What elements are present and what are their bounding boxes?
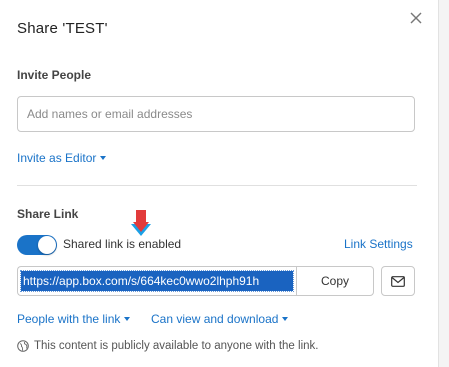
divider (17, 185, 417, 186)
shared-link-url-text: https://app.box.com/s/664kec0wwo2lhph91h (20, 270, 294, 292)
globe-icon (17, 340, 29, 352)
chevron-down-icon (282, 316, 289, 321)
shared-link-status: Shared link is enabled (63, 237, 182, 251)
copy-button[interactable]: Copy (296, 266, 374, 296)
public-notice-text: This content is publicly available to an… (34, 340, 319, 352)
access-level-dropdown[interactable]: People with the link (17, 310, 131, 328)
dialog-title: Share 'TEST' (17, 20, 108, 37)
invite-input[interactable] (17, 96, 415, 132)
chevron-down-icon (100, 155, 107, 160)
invite-section-label: Invite People (17, 68, 92, 82)
share-dialog: Share 'TEST' Invite People Invite as Edi… (0, 0, 438, 367)
shared-link-url-field[interactable]: https://app.box.com/s/664kec0wwo2lhph91h (17, 266, 296, 296)
invite-role-label: Invite as Editor (17, 151, 97, 165)
shared-link-toggle[interactable] (17, 235, 57, 255)
share-link-section-label: Share Link (17, 207, 79, 221)
access-level-label: People with the link (17, 312, 121, 326)
invite-role-dropdown[interactable]: Invite as Editor (17, 149, 107, 167)
envelope-icon (391, 275, 405, 287)
toggle-knob (38, 236, 56, 254)
close-icon[interactable] (407, 9, 425, 27)
email-link-button[interactable] (381, 266, 415, 296)
permission-dropdown[interactable]: Can view and download (151, 310, 289, 328)
permission-label: Can view and download (151, 312, 279, 326)
public-notice: This content is publicly available to an… (17, 340, 318, 352)
annotation-arrow-icon (131, 210, 151, 236)
background-panel (438, 0, 449, 367)
link-settings-link[interactable]: Link Settings (344, 237, 413, 251)
chevron-down-icon (124, 316, 131, 321)
